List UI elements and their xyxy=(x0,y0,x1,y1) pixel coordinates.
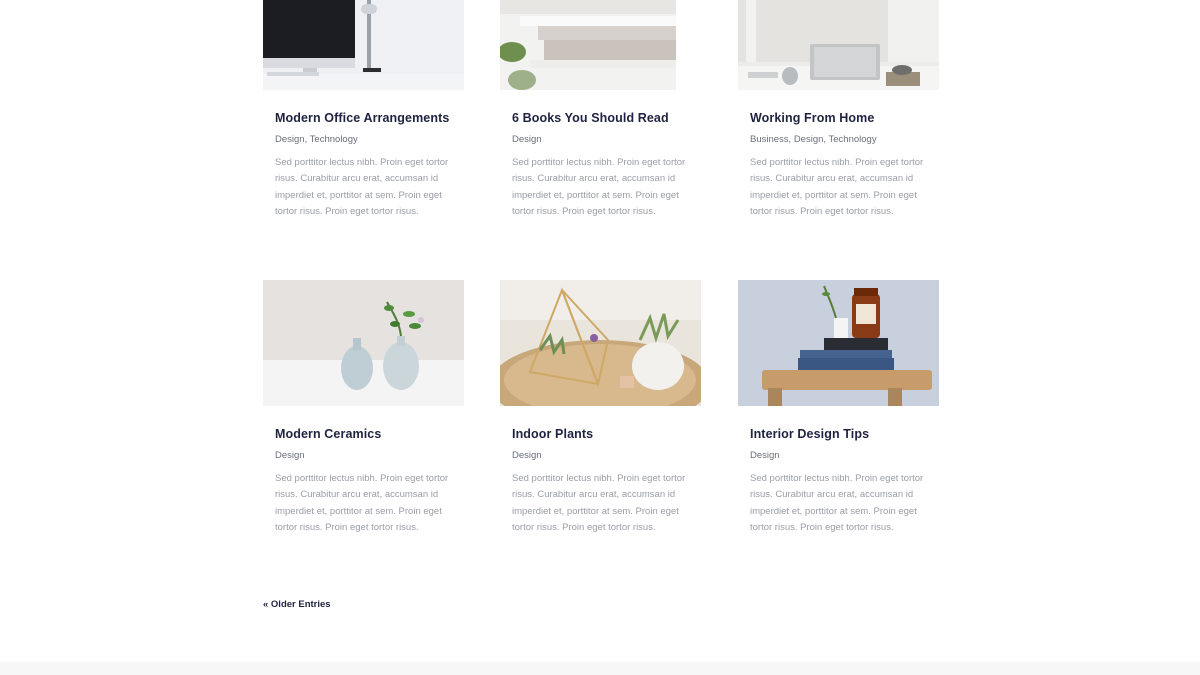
blog-post-card: Modern Office Arrangements Design, Techn… xyxy=(263,0,464,220)
post-title[interactable]: Modern Ceramics xyxy=(275,426,452,442)
post-thumbnail[interactable] xyxy=(500,0,701,90)
blog-post-card: Indoor Plants Design Sed porttitor lectu… xyxy=(500,280,701,536)
blog-post-card: 6 Books You Should Read Design Sed portt… xyxy=(500,0,701,220)
post-categories[interactable]: Business, Design, Technology xyxy=(750,134,927,146)
post-excerpt: Sed porttitor lectus nibh. Proin eget to… xyxy=(750,157,924,217)
post-title[interactable]: 6 Books You Should Read xyxy=(512,110,689,126)
blog-post-card: Modern Ceramics Design Sed porttitor lec… xyxy=(263,280,464,536)
older-entries-link[interactable]: « Older Entries xyxy=(263,599,331,610)
post-excerpt: Sed porttitor lectus nibh. Proin eget to… xyxy=(512,473,686,533)
post-title[interactable]: Interior Design Tips xyxy=(750,426,927,442)
post-categories[interactable]: Design, Technology xyxy=(275,134,452,146)
post-categories[interactable]: Design xyxy=(512,450,689,462)
post-title[interactable]: Indoor Plants xyxy=(512,426,689,442)
post-thumbnail[interactable] xyxy=(738,280,939,406)
blog-post-card: Working From Home Business, Design, Tech… xyxy=(738,0,939,220)
post-thumbnail[interactable] xyxy=(738,0,939,90)
post-excerpt: Sed porttitor lectus nibh. Proin eget to… xyxy=(512,157,686,217)
post-categories[interactable]: Design xyxy=(275,450,452,462)
post-excerpt: Sed porttitor lectus nibh. Proin eget to… xyxy=(750,473,924,533)
post-thumbnail[interactable] xyxy=(263,280,464,406)
post-excerpt: Sed porttitor lectus nibh. Proin eget to… xyxy=(275,473,449,533)
post-excerpt: Sed porttitor lectus nibh. Proin eget to… xyxy=(275,157,449,217)
footer-band xyxy=(0,662,1200,675)
post-thumbnail[interactable] xyxy=(500,280,701,406)
post-categories[interactable]: Design xyxy=(512,134,689,146)
post-title[interactable]: Modern Office Arrangements xyxy=(275,110,452,126)
post-title[interactable]: Working From Home xyxy=(750,110,927,126)
post-categories[interactable]: Design xyxy=(750,450,927,462)
post-thumbnail[interactable] xyxy=(263,0,464,90)
blog-post-card: Interior Design Tips Design Sed porttito… xyxy=(738,280,939,536)
